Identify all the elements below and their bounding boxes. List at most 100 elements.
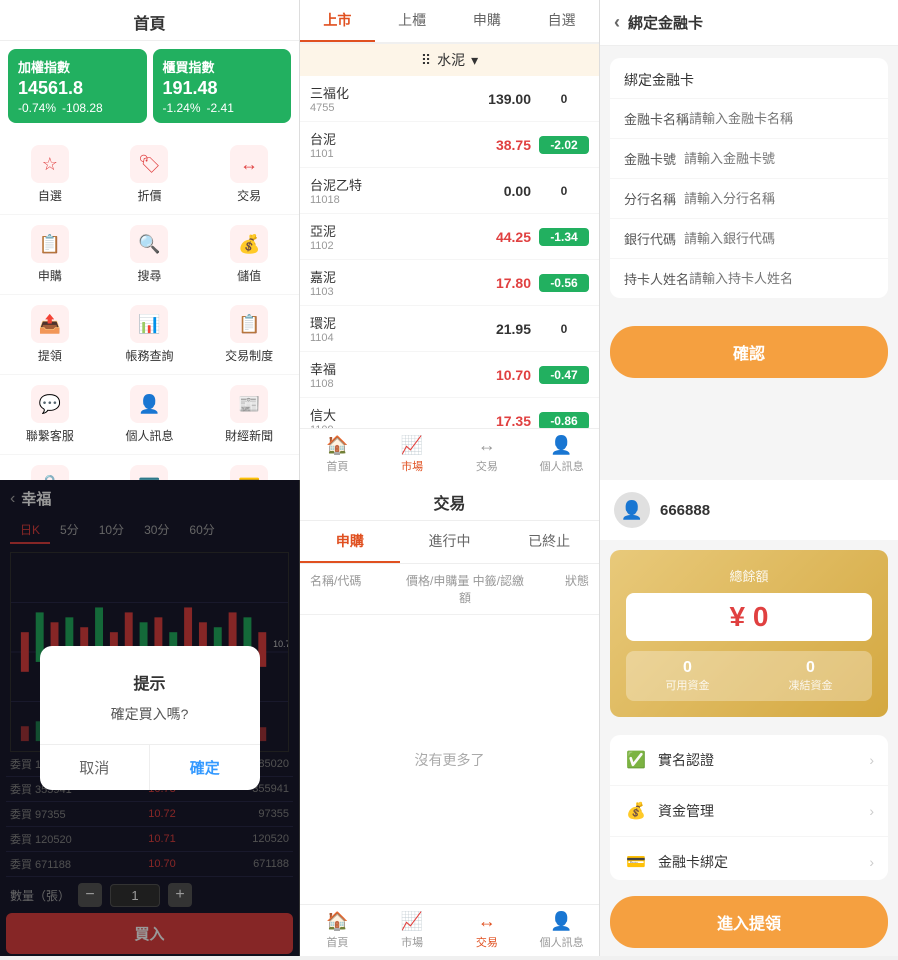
trade-nav-item-個人訊息[interactable]: 👤個人訊息 [524,905,599,956]
account-menu-item-2[interactable]: 💳 金融卡綁定 › [610,837,888,880]
trade-bottom-nav: 🏠首頁📈市場↔交易👤個人訊息 [300,904,599,956]
trade-tab-申購[interactable]: 申購 [300,521,400,563]
dialog-confirm-btn[interactable]: 確定 [150,745,260,790]
stock-info-1: 台泥 1101 [310,129,476,160]
menu-label-11: 財經新聞 [225,427,273,444]
trade-tab-進行中[interactable]: 進行中 [400,521,500,563]
stock-price-0: 139.00 [476,91,531,107]
stock-tab-上市[interactable]: 上市 [300,0,375,42]
stock-price-1: 38.75 [476,137,531,153]
menu-icon-3: 📋 [31,225,69,263]
form-label-2: 分行名稱 [624,189,684,208]
list-item[interactable]: 三福化 4755 139.00 0 [300,76,599,122]
stock-price-5: 21.95 [476,321,531,337]
index-weighted[interactable]: 加權指數 14561.8 -0.74% -108.28 [8,49,147,123]
form-row-1: 金融卡號 [610,138,888,178]
dialog-cancel-btn[interactable]: 取消 [40,745,151,790]
home-menu-item-6[interactable]: 📤 提領 [0,295,100,375]
balance-card: 總餘額 ¥ 0 0 可用資金 0 凍結資金 [610,550,888,717]
list-item[interactable]: 信大 1109 17.35 -0.86 [300,398,599,428]
list-item[interactable]: 幸福 1108 10.70 -0.47 [300,352,599,398]
bind-card-confirm-btn[interactable]: 確認 [610,326,888,378]
stock-tab-自選[interactable]: 自選 [524,0,599,42]
form-input-4[interactable] [689,271,874,286]
trade-nav-item-交易[interactable]: ↔交易 [450,905,525,956]
balance-available: 0 可用資金 [666,659,710,693]
panel-account: 👤 666888 總餘額 ¥ 0 0 可用資金 0 凍結資金 ✅ 實名認證 › … [600,480,898,956]
home-menu-item-11[interactable]: 📰 財經新聞 [199,375,299,455]
stock-bottom-nav: 🏠首頁📈市場 ↔ 交易 👤個人訊息 [300,428,599,480]
balance-title: 總餘額 [626,566,872,585]
home-menu-item-7[interactable]: 📊 帳務查詢 [100,295,200,375]
list-item[interactable]: 亞泥 1102 44.25 -1.34 [300,214,599,260]
stock-change-6: -0.47 [539,366,589,384]
account-id: 666888 [660,502,710,519]
trade-nav-item-首頁[interactable]: 🏠首頁 [300,905,375,956]
form-input-3[interactable] [684,231,874,246]
home-menu-item-2[interactable]: ↔ 交易 [199,135,299,215]
form-input-2[interactable] [684,191,874,206]
home-menu-item-0[interactable]: ☆ 自選 [0,135,100,215]
frozen-label: 凍結資金 [789,677,833,693]
stock-change-4: -0.56 [539,274,589,292]
list-item[interactable]: 台泥乙特 11018 0.00 0 [300,168,599,214]
home-menu-item-4[interactable]: 🔍 搜尋 [100,215,200,295]
trade-nav-icon-1: 📈 [401,911,423,932]
index-otc[interactable]: 櫃買指數 191.48 -1.24% -2.41 [153,49,292,123]
home-menu-item-1[interactable]: 🏷 折價 [100,135,200,215]
stock-nav-item-個人訊息[interactable]: 👤個人訊息 [524,429,599,480]
stock-tab-上櫃[interactable]: 上櫃 [375,0,450,42]
menu-label-0: 自選 [38,187,62,204]
home-menu-item-10[interactable]: 👤 個人訊息 [100,375,200,455]
index-weighted-value: 14561.8 [18,78,137,99]
form-input-0[interactable] [689,111,874,126]
home-menu-item-5[interactable]: 💰 儲值 [199,215,299,295]
menu-label-5: 儲值 [237,267,261,284]
stock-nav-item-交易[interactable]: ↔ 交易 [450,429,525,480]
home-menu-item-8[interactable]: 📋 交易制度 [199,295,299,375]
list-item[interactable]: 台泥 1101 38.75 -2.02 [300,122,599,168]
menu-label-7: 帳務查詢 [125,347,173,364]
withdraw-btn[interactable]: 進入提領 [610,896,888,948]
trade-title: 交易 [300,480,599,521]
avatar: 👤 [614,492,650,528]
trade-title-text: 交易 [433,490,465,514]
menu-icon-6: 📤 [31,305,69,343]
list-item[interactable]: 嘉泥 1103 17.80 -0.56 [300,260,599,306]
form-input-1[interactable] [684,151,874,166]
stock-price-7: 17.35 [476,413,531,429]
menu-icon-10: 👤 [130,385,168,423]
index-otc-pt: -2.41 [207,101,234,115]
account-menu-arrow-1: › [869,803,874,819]
stock-nav-label-1: 市場 [401,458,423,474]
balance-amount: ¥ 0 [626,593,872,641]
sector-bar[interactable]: ⠿ 水泥 ▾ [300,44,599,76]
dialog-box: 提示 確定買入嗎? 取消 確定 [40,646,260,790]
panel-trade: 交易 申購進行中已終止 名稱/代碼 價格/申購量 中籤/認繳額 狀態 沒有更多了… [300,480,600,956]
form-label-0: 金融卡名稱 [624,109,689,128]
stock-info-7: 信大 1109 [310,405,476,428]
trade-tab-已終止[interactable]: 已終止 [499,521,599,563]
account-menu-item-1[interactable]: 💰 資金管理 › [610,786,888,837]
stock-nav-item-市場[interactable]: 📈市場 [375,429,450,480]
bind-card-back-btn[interactable]: ‹ [614,12,620,33]
stock-nav-icon-3: 👤 [550,435,572,456]
dialog-title: 提示 [60,670,240,694]
home-menu-item-3[interactable]: 📋 申購 [0,215,100,295]
list-item[interactable]: 環泥 1104 21.95 0 [300,306,599,352]
home-menu-item-9[interactable]: 💬 聯繫客服 [0,375,100,455]
stock-nav-item-首頁[interactable]: 🏠首頁 [300,429,375,480]
stock-change-0: 0 [539,90,589,108]
trade-nav-label-2: 交易 [476,934,498,950]
stock-code-1: 1101 [310,148,476,160]
dialog-buttons: 取消 確定 [40,744,260,790]
stock-nav-icon-2: ↔ [478,435,496,456]
account-menu-item-0[interactable]: ✅ 實名認證 › [610,735,888,786]
stock-nav-label-2: 交易 [476,458,498,474]
trade-nav-icon-0: 🏠 [326,911,348,932]
stock-tab-申購[interactable]: 申購 [450,0,525,42]
stock-change-1: -2.02 [539,136,589,154]
index-otc-changes: -1.24% -2.41 [163,101,282,115]
form-row-4: 持卡人姓名 [610,258,888,298]
trade-nav-item-市場[interactable]: 📈市場 [375,905,450,956]
